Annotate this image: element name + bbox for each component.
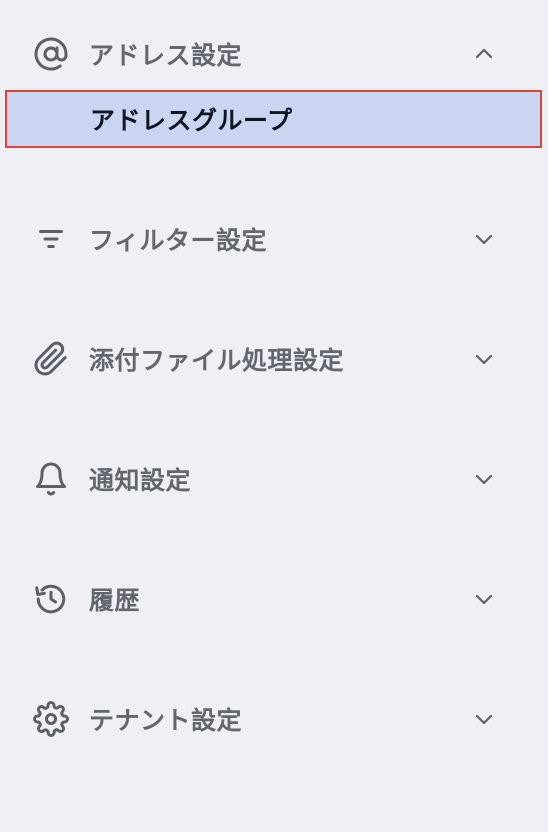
sidebar-section-label: 通知設定 <box>89 466 192 495</box>
chevron-down-icon <box>472 587 496 611</box>
sidebar-section-filter-settings[interactable]: フィルター設定 <box>0 209 548 269</box>
chevron-down-icon <box>472 467 496 491</box>
paperclip-icon <box>33 341 69 377</box>
sidebar-section-address-settings[interactable]: アドレス設定 <box>0 24 548 84</box>
sidebar-section-label: テナント設定 <box>89 706 243 735</box>
at-icon <box>33 36 69 72</box>
sidebar-section-notification-settings[interactable]: 通知設定 <box>0 449 548 509</box>
sidebar-nav: アドレス設定 アドレスグループ フィルター設定 添付ファイル処理設定 通知設定 … <box>0 0 548 832</box>
gear-icon <box>33 701 69 737</box>
sidebar-section-label: アドレス設定 <box>89 41 243 70</box>
sidebar-section-history[interactable]: 履歴 <box>0 569 548 629</box>
history-icon <box>33 581 69 617</box>
chevron-down-icon <box>472 227 496 251</box>
sidebar-item-address-group[interactable]: アドレスグループ <box>5 90 542 148</box>
sidebar-section-label: フィルター設定 <box>89 226 268 255</box>
chevron-up-icon <box>472 42 496 66</box>
sidebar-section-label: 履歴 <box>89 586 141 615</box>
sidebar-section-label: 添付ファイル処理設定 <box>89 346 345 375</box>
sidebar-section-tenant-settings[interactable]: テナント設定 <box>0 689 548 749</box>
bell-icon <box>33 461 69 497</box>
chevron-down-icon <box>472 707 496 731</box>
filter-icon <box>33 221 69 257</box>
chevron-down-icon <box>472 347 496 371</box>
sidebar-section-attachment-settings[interactable]: 添付ファイル処理設定 <box>0 329 548 389</box>
sidebar-item-label: アドレスグループ <box>90 106 293 135</box>
